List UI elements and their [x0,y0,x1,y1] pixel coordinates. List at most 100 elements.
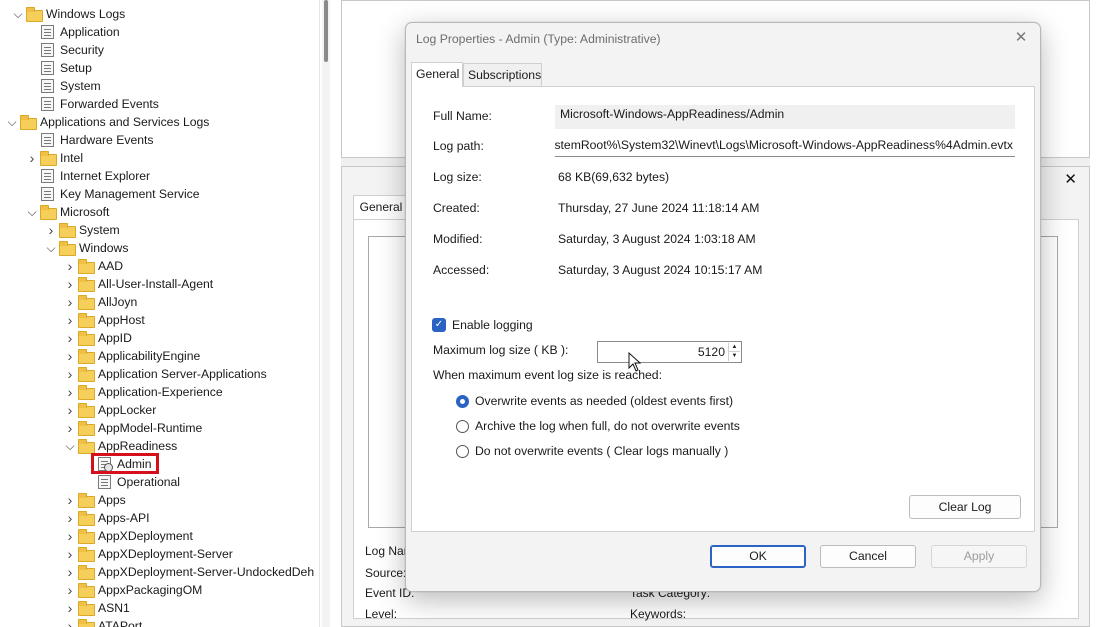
modified-label: Modified: [433,232,483,246]
chevron-down-icon[interactable]: ⌵ [6,113,18,131]
tree-item-label: Apps-API [98,511,150,525]
folder-icon [78,601,95,616]
tree-item-label: Intel [60,151,84,165]
apply-button[interactable]: Apply [931,545,1027,568]
folder-icon [40,205,57,220]
chevron-right-icon[interactable]: › [64,257,76,275]
tree-item-label: Application [60,25,120,39]
tree-item-label: AppXDeployment [98,529,193,543]
general-tab-panel: Full Name: Microsoft-Windows-AppReadines… [411,86,1035,532]
folder-icon [78,403,95,418]
max-log-size-label: Maximum log size ( KB ): [433,343,569,357]
chevron-right-icon[interactable]: › [64,581,76,599]
tree-item-label: AppLocker [98,403,157,417]
chevron-right-icon[interactable]: › [64,329,76,347]
created-label: Created: [433,201,480,215]
dialog-close-icon[interactable]: ✕ [1010,27,1032,49]
mouse-pointer-icon [628,352,642,372]
chevron-right-icon[interactable]: › [64,365,76,383]
enable-logging-checkbox[interactable]: ✓ [432,318,446,332]
do-not-overwrite-label[interactable]: Do not overwrite events ( Clear logs man… [475,444,728,458]
folder-icon [78,421,95,436]
folder-icon [78,493,95,508]
spin-control: ▲ ▼ [728,343,740,361]
full-name-field[interactable]: Microsoft-Windows-AppReadiness/Admin [555,105,1015,129]
accessed-label: Accessed: [433,263,490,277]
tree-item-label: Application Server-Applications [98,367,267,381]
tree-scrollbar[interactable] [322,0,330,627]
tree-item-label: Microsoft [60,205,110,219]
chevron-right-icon[interactable]: › [64,617,76,627]
chevron-down-icon[interactable]: ⌵ [12,5,24,23]
folder-icon [78,367,95,382]
folder-icon [78,313,95,328]
log-icon [41,61,54,75]
tree-item-label: AppXDeployment-Server [98,547,233,561]
chevron-down-icon[interactable]: ⌵ [26,203,38,221]
chevron-right-icon[interactable]: › [64,599,76,617]
details-log-name-label: Log Nar [365,544,408,558]
dialog-title: Log Properties - Admin (Type: Administra… [416,32,661,46]
overwrite-as-needed-label[interactable]: Overwrite events as needed (oldest event… [475,394,733,408]
tree-item-label: Applications and Services Logs [40,115,210,129]
full-name-label: Full Name: [433,109,492,123]
log-path-field[interactable]: stemRoot%\System32\Winevt\Logs\Microsoft… [555,133,1015,157]
folder-icon [78,277,95,292]
archive-when-full-radio[interactable] [456,420,469,433]
cancel-button[interactable]: Cancel [820,545,916,568]
chevron-right-icon[interactable]: › [64,509,76,527]
chevron-right-icon[interactable]: › [64,311,76,329]
max-log-size-stepper[interactable]: 5120 ▲ ▼ [597,341,742,363]
chevron-right-icon[interactable]: › [64,419,76,437]
ok-button[interactable]: OK [710,545,806,568]
archive-when-full-label[interactable]: Archive the log when full, do not overwr… [475,419,740,433]
folder-icon [78,331,95,346]
details-close-icon[interactable]: ✕ [1064,170,1077,188]
event-log-tree[interactable]: ⌵ Windows Logs Application Security Setup Sys… [0,0,320,627]
tab-general[interactable]: General [411,62,463,87]
folder-icon [78,529,95,544]
folder-icon [40,151,57,166]
details-level-label: Level: [365,607,398,621]
spin-up-icon[interactable]: ▲ [729,343,740,352]
chevron-right-icon[interactable]: › [45,221,57,239]
folder-icon [78,511,95,526]
folder-icon [59,241,76,256]
details-tab-general[interactable]: General [353,195,409,219]
log-icon [41,133,54,147]
enable-logging-label[interactable]: Enable logging [452,318,533,332]
log-icon [41,97,54,111]
do-not-overwrite-radio[interactable] [456,445,469,458]
tree-item-label: AppModel-Runtime [98,421,203,435]
chevron-right-icon[interactable]: › [64,293,76,311]
chevron-right-icon[interactable]: › [64,383,76,401]
tree-item-label: Setup [60,61,92,75]
log-properties-dialog: Log Properties - Admin (Type: Administra… [405,22,1041,592]
scrollbar-thumb[interactable] [324,0,328,62]
checkmark-icon: ✓ [434,319,444,330]
chevron-right-icon[interactable]: › [64,545,76,563]
admin-highlight-box [91,453,159,474]
created-value: Thursday, 27 June 2024 11:18:14 AM [558,201,760,215]
chevron-right-icon[interactable]: › [64,347,76,365]
modified-value: Saturday, 3 August 2024 1:03:18 AM [558,232,756,246]
log-icon [98,475,111,489]
tree-item-label: AppHost [98,313,145,327]
chevron-right-icon[interactable]: › [64,401,76,419]
log-icon [41,79,54,93]
overwrite-as-needed-radio[interactable] [456,395,469,408]
chevron-down-icon[interactable]: ⌵ [45,239,57,257]
tab-subscriptions[interactable]: Subscriptions [463,63,542,87]
chevron-right-icon[interactable]: › [26,149,38,167]
spin-down-icon[interactable]: ▼ [729,352,740,361]
chevron-down-icon[interactable]: ⌵ [64,437,76,455]
tree-item-label: Hardware Events [60,133,154,147]
chevron-right-icon[interactable]: › [64,491,76,509]
chevron-right-icon[interactable]: › [64,563,76,581]
tree-item-label: AllJoyn [98,295,138,309]
chevron-right-icon[interactable]: › [64,275,76,293]
chevron-right-icon[interactable]: › [64,527,76,545]
clear-log-button[interactable]: Clear Log [909,495,1021,519]
tree-item-label: Security [60,43,105,57]
folder-icon [78,439,95,454]
